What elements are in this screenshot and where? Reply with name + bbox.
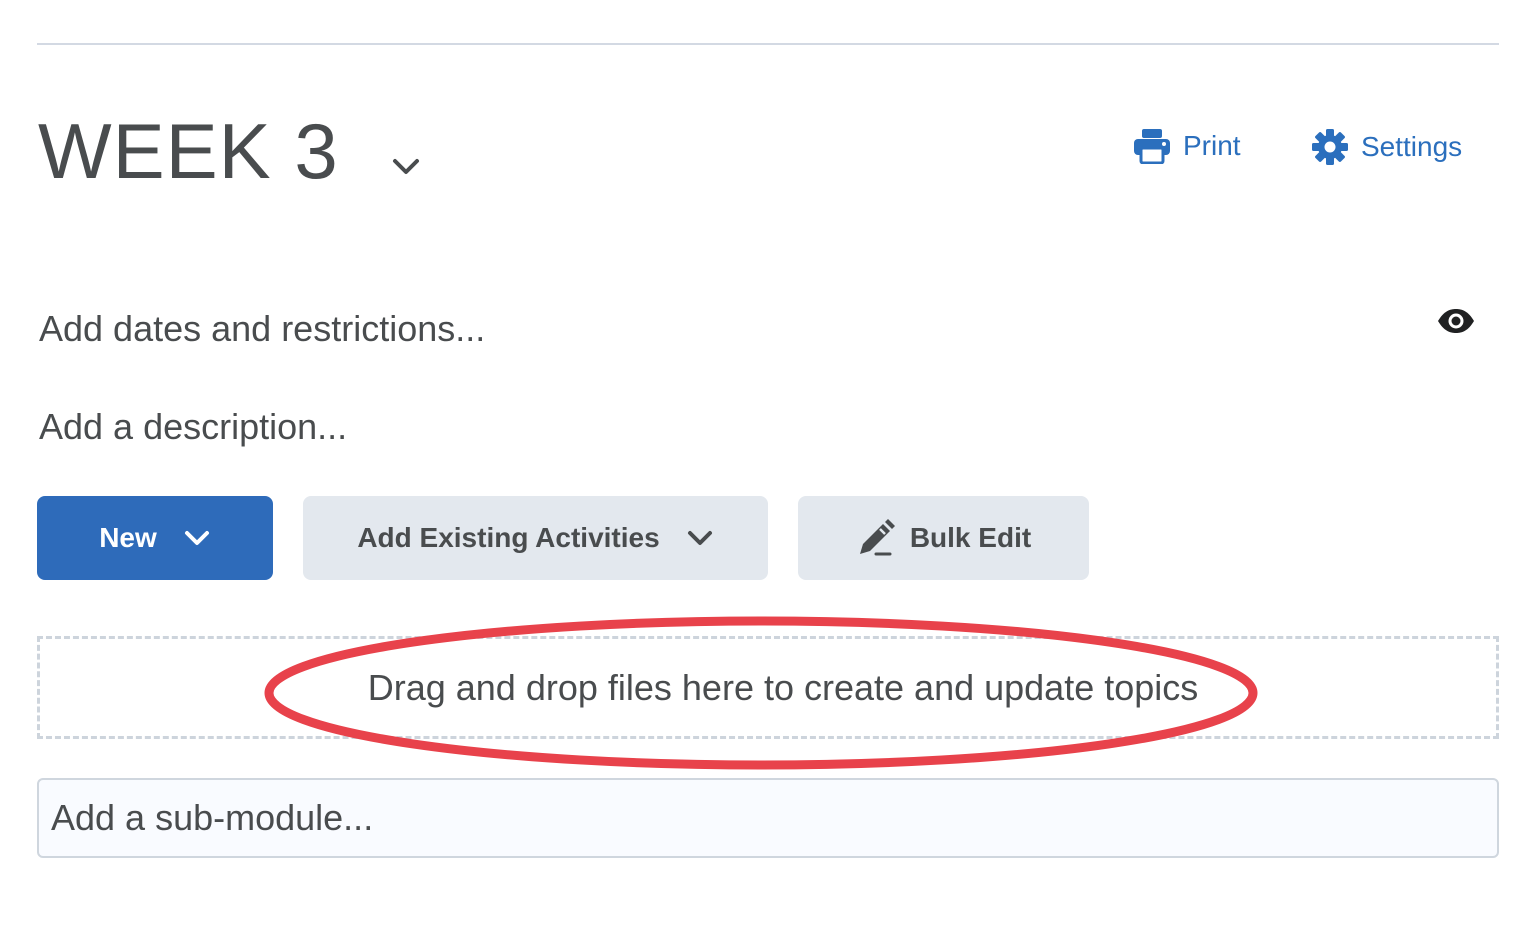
add-existing-activities-button[interactable]: Add Existing Activities: [303, 496, 768, 580]
new-button-label: New: [99, 522, 157, 553]
chevron-down-icon[interactable]: [389, 151, 423, 181]
gear-icon: [1312, 129, 1348, 165]
dates-restrictions-link[interactable]: Add dates and restrictions...: [39, 308, 485, 350]
dropzone-text: Drag and drop files here to create and u…: [367, 666, 1199, 708]
description-link[interactable]: Add a description...: [39, 406, 347, 448]
settings-button[interactable]: Settings: [1311, 128, 1462, 166]
bulk-edit-button[interactable]: Bulk Edit: [798, 496, 1089, 580]
print-button[interactable]: Print: [1133, 128, 1241, 164]
module-header: WEEK 3: [38, 112, 423, 190]
new-button[interactable]: New: [37, 496, 273, 580]
add-existing-activities-label: Add Existing Activities: [357, 522, 660, 553]
add-submodule-input[interactable]: Add a sub-module...: [37, 778, 1499, 858]
bulk-edit-label: Bulk Edit: [909, 522, 1032, 553]
printer-icon: [1134, 129, 1170, 164]
page-title: WEEK 3: [38, 107, 339, 195]
eye-icon[interactable]: [1436, 306, 1476, 336]
print-label: Print: [1183, 130, 1241, 161]
file-dropzone[interactable]: Drag and drop files here to create and u…: [37, 636, 1499, 739]
top-divider: [37, 43, 1499, 45]
chevron-down-icon: [184, 531, 209, 545]
settings-label: Settings: [1361, 131, 1463, 162]
pencil-icon: [859, 519, 895, 556]
chevron-down-icon: [687, 531, 712, 545]
